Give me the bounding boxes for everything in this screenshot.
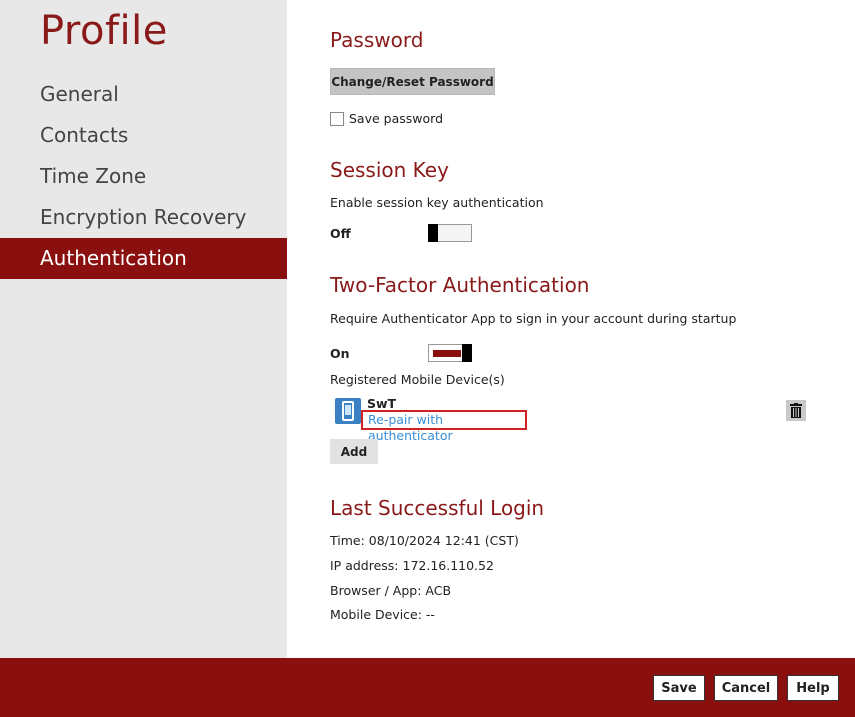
last-login-browser: Browser / App: ACB bbox=[330, 583, 452, 598]
add-device-button[interactable]: Add bbox=[330, 439, 378, 464]
mobile-phone-icon bbox=[335, 398, 361, 424]
toggle-fill bbox=[433, 350, 461, 357]
sidebar-item-contacts[interactable]: Contacts bbox=[0, 115, 287, 156]
sidebar-nav: General Contacts Time Zone Encryption Re… bbox=[0, 74, 287, 279]
sidebar-item-time-zone[interactable]: Time Zone bbox=[0, 156, 287, 197]
session-key-description: Enable session key authentication bbox=[330, 195, 544, 210]
toggle-knob bbox=[462, 344, 472, 362]
session-key-section-title: Session Key bbox=[330, 158, 449, 182]
repair-authenticator-link[interactable]: Re-pair with authenticator bbox=[361, 410, 527, 443]
save-password-checkbox[interactable] bbox=[330, 112, 344, 126]
last-login-time: Time: 08/10/2024 12:41 (CST) bbox=[330, 533, 519, 548]
two-factor-description: Require Authenticator App to sign in you… bbox=[330, 311, 737, 326]
sidebar-item-authentication[interactable]: Authentication bbox=[0, 238, 287, 279]
toggle-knob bbox=[428, 224, 438, 242]
sidebar-item-general[interactable]: General bbox=[0, 74, 287, 115]
footer-bar: Save Cancel Help bbox=[0, 658, 855, 717]
session-key-toggle[interactable] bbox=[428, 224, 472, 242]
cancel-button[interactable]: Cancel bbox=[714, 675, 778, 701]
save-password-label: Save password bbox=[349, 111, 444, 126]
last-login-section-title: Last Successful Login bbox=[330, 496, 545, 520]
session-key-state-label: Off bbox=[330, 226, 351, 241]
two-factor-toggle[interactable] bbox=[428, 344, 472, 362]
main-content: Password Change/Reset Password Save pass… bbox=[330, 0, 855, 658]
sidebar-item-encryption-recovery[interactable]: Encryption Recovery bbox=[0, 197, 287, 238]
password-section-title: Password bbox=[330, 28, 424, 52]
sidebar: Profile General Contacts Time Zone Encry… bbox=[0, 0, 287, 658]
page-title: Profile bbox=[40, 8, 168, 54]
change-reset-password-button[interactable]: Change/Reset Password bbox=[330, 68, 495, 95]
help-button[interactable]: Help bbox=[787, 675, 839, 701]
two-factor-state-label: On bbox=[330, 346, 350, 361]
last-login-ip: IP address: 172.16.110.52 bbox=[330, 558, 494, 573]
registered-devices-label: Registered Mobile Device(s) bbox=[330, 372, 505, 387]
device-name: SwT bbox=[367, 396, 397, 411]
two-factor-section-title: Two-Factor Authentication bbox=[330, 273, 590, 297]
trash-icon[interactable] bbox=[786, 400, 806, 421]
save-button[interactable]: Save bbox=[653, 675, 705, 701]
last-login-mobile-device: Mobile Device: -- bbox=[330, 607, 435, 622]
